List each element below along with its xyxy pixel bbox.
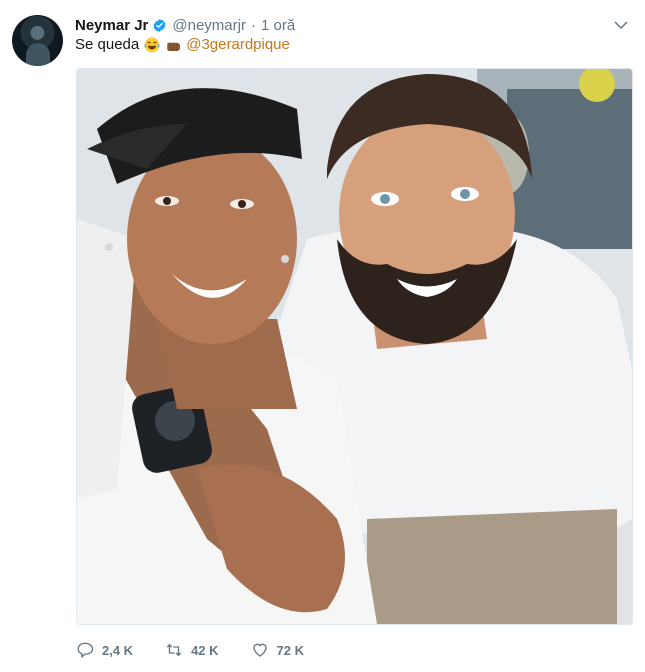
tweet-actions: 2,4 K 42 K 72 K [76,638,336,662]
reply-count: 2,4 K [102,642,134,658]
tears-of-joy-emoji-icon [144,37,160,53]
author-avatar[interactable] [12,15,63,66]
timestamp-link[interactable]: 1 oră [261,17,295,34]
tweet-body: Se queda [75,36,140,53]
retweet-button[interactable]: 42 K [165,641,219,659]
tweet-header: Neymar Jr @neymarjr · 1 oră [75,15,295,35]
like-button[interactable]: 72 K [251,641,304,659]
reply-icon [77,642,94,659]
retweet-icon [166,643,182,657]
verified-badge-icon [153,18,166,32]
chevron-down-icon[interactable] [612,16,630,34]
reply-button[interactable]: 2,4 K [76,641,133,659]
heart-icon [252,643,267,657]
author-name[interactable]: Neymar Jr [75,17,148,34]
retweet-count: 42 K [191,642,219,658]
tweet-text: Se queda @3gerardpique [75,35,290,55]
fist-bump-emoji-icon [167,42,181,51]
photo-illustration [77,69,632,624]
separator-dot: · [250,16,256,34]
tweet-photo[interactable] [76,68,633,625]
author-handle[interactable]: @neymarjr [172,17,246,34]
like-count: 72 K [276,642,305,658]
mention-link[interactable]: @3gerardpique [186,35,290,55]
